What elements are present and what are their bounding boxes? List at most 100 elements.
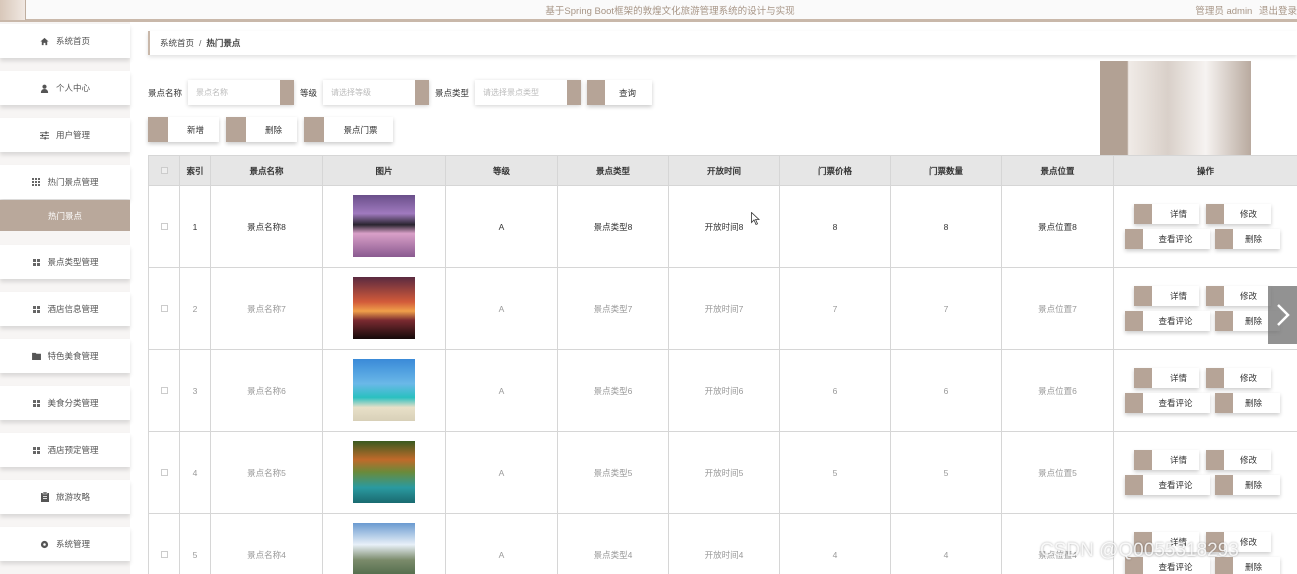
level-select[interactable]: 请选择等级 [323,80,429,105]
cell-price: 8 [779,185,891,268]
sidebar-item-hotels[interactable]: 酒店信息管理 [0,292,130,326]
sidebar-item-food-categories[interactable]: 美食分类管理 [0,386,130,420]
type-placeholder: 请选择景点类型 [483,88,539,97]
row-checkbox[interactable] [148,349,180,432]
edit-button[interactable]: 修改 [1206,285,1271,306]
cell-level: A [445,185,558,268]
row-checkbox[interactable] [148,185,180,268]
name-input[interactable]: 景点名称 [188,80,294,105]
detail-button[interactable]: 详情 [1134,285,1199,306]
attractions-table: 索引 景点名称 图片 等级 景点类型 开放时间 门票价格 门票数量 景点位置 操… [148,155,1297,574]
view-comments-button[interactable]: 查看评论 [1125,392,1210,413]
add-button-label: 新增 [186,124,204,135]
sidebar-item-users[interactable]: 用户管理 [0,118,130,152]
sidebar-item-home[interactable]: 系统首页 [0,24,130,58]
sidebar-item-attraction-types[interactable]: 景点类型管理 [0,245,130,279]
table-row: 2 景点名称7 A 景点类型7 开放时间7 7 7 景点位置7 详情 修改 查看… [148,267,1297,350]
cell-actions: 详情 修改 查看评论 删除 [1113,185,1297,268]
row-checkbox[interactable] [148,431,180,514]
table-row: 1 景点名称8 A 景点类型8 开放时间8 8 8 景点位置8 详情 修改 查看… [148,185,1297,268]
cell-level: A [445,513,558,574]
cell-name: 景点名称8 [210,185,323,268]
row-checkbox[interactable] [148,267,180,350]
sidebar-item-food[interactable]: 特色美食管理 [0,339,130,373]
sidebar-item-profile[interactable]: 个人中心 [0,71,130,105]
level-placeholder: 请选择等级 [331,88,371,97]
attraction-photo [353,358,415,421]
sidebar-item-label: 特色美食管理 [47,351,99,361]
table-row: 4 景点名称5 A 景点类型5 开放时间5 5 5 景点位置5 详情 修改 查看… [148,431,1297,514]
query-button[interactable]: 查询 [587,80,652,105]
view-comments-button[interactable]: 查看评论 [1125,228,1210,249]
edit-label: 修改 [1239,372,1257,383]
grid-icon [31,398,41,408]
detail-button[interactable]: 详情 [1134,367,1199,388]
cell-quantity: 6 [890,349,1002,432]
cell-name: 景点名称5 [210,431,323,514]
watermark: CSDN @Q0055318293 [1040,540,1239,561]
sidebar-item-attractions-management[interactable]: 热门景点管理 [0,165,130,199]
row-checkbox[interactable] [148,513,180,574]
attraction-photo [353,522,415,574]
sidebar-item-travel-guides[interactable]: 旅游攻略 [0,480,130,514]
edit-label: 修改 [1239,536,1257,547]
view-comments-button[interactable]: 查看评论 [1125,474,1210,495]
clipboard-icon [40,492,50,502]
type-select[interactable]: 请选择景点类型 [475,80,581,105]
cell-type: 景点类型5 [557,431,669,514]
column-header: 图片 [322,155,446,186]
comments-label: 查看评论 [1158,397,1193,408]
edit-button[interactable]: 修改 [1206,203,1271,224]
cell-index: 1 [179,185,211,268]
column-header: 索引 [179,155,211,186]
user-icon [40,83,50,93]
cell-type: 景点类型6 [557,349,669,432]
attraction-photo [353,276,415,339]
cell-image [322,267,446,350]
detail-label: 详情 [1169,372,1187,383]
next-arrow-icon[interactable] [1268,286,1297,344]
cell-name: 景点名称6 [210,349,323,432]
sidebar-item-label: 热门景点 [47,210,82,221]
row-delete-button[interactable]: 删除 [1215,228,1280,249]
sidebar-item-hotel-bookings[interactable]: 酒店预定管理 [0,433,130,467]
sidebar-subitem-attractions[interactable]: 热门景点 [0,200,130,231]
column-header: 景点位置 [1001,155,1114,186]
cell-name: 景点名称7 [210,267,323,350]
sidebar-item-label: 个人中心 [55,83,90,93]
breadcrumb-current: 热门景点 [206,38,241,48]
detail-label: 详情 [1169,290,1187,301]
breadcrumb-home[interactable]: 系统首页 [160,37,194,49]
detail-button[interactable]: 详情 [1134,203,1199,224]
edit-button[interactable]: 修改 [1206,367,1271,388]
row-delete-button[interactable]: 删除 [1215,392,1280,413]
edit-label: 修改 [1239,290,1257,301]
tickets-button-label: 景点门票 [343,124,378,135]
cell-price: 5 [779,431,891,514]
sidebar-item-label: 用户管理 [55,130,90,140]
cell-price: 7 [779,267,891,350]
cell-type: 景点类型7 [557,267,669,350]
cell-image [322,185,446,268]
row-delete-label: 删除 [1244,561,1262,572]
table-header-row: 索引 景点名称 图片 等级 景点类型 开放时间 门票价格 门票数量 景点位置 操… [148,155,1297,186]
name-label: 景点名称 [148,88,183,98]
column-header: 等级 [445,155,558,186]
detail-button[interactable]: 详情 [1134,449,1199,470]
select-all-checkbox[interactable] [148,155,180,186]
row-delete-label: 删除 [1244,479,1262,490]
row-delete-label: 删除 [1244,315,1262,326]
add-button[interactable]: 新增 [148,117,219,142]
column-header: 门票价格 [779,155,891,186]
delete-button[interactable]: 删除 [226,117,297,142]
decorative-panel [1100,61,1251,155]
row-delete-button[interactable]: 删除 [1215,474,1280,495]
logout-link[interactable]: 退出登录 [1259,6,1297,17]
sidebar-item-label: 美食分类管理 [47,398,99,408]
comments-label: 查看评论 [1158,479,1193,490]
edit-button[interactable]: 修改 [1206,449,1271,470]
view-comments-button[interactable]: 查看评论 [1125,310,1210,331]
cell-quantity: 8 [890,185,1002,268]
tickets-button[interactable]: 景点门票 [304,117,393,142]
sidebar-item-system[interactable]: 系统管理 [0,527,130,561]
